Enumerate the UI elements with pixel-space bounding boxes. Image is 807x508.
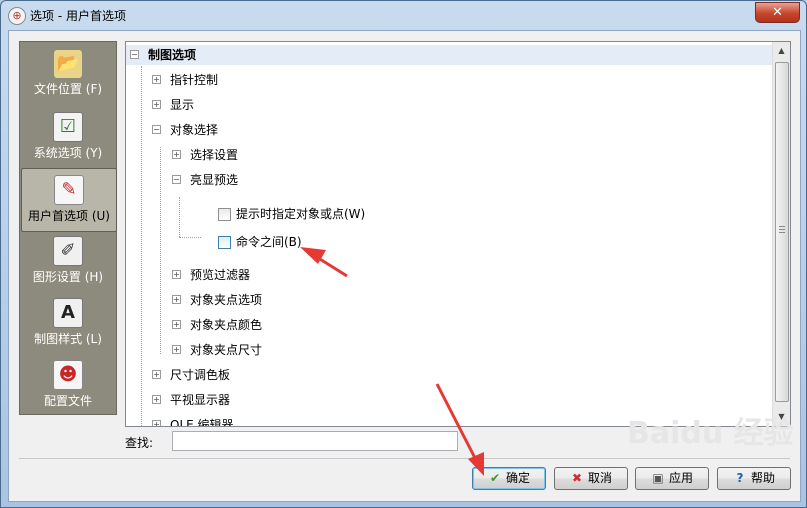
ok-label: 确定: [505, 471, 530, 485]
checklist-icon: ☑: [53, 112, 83, 142]
tree-label: 平视显示器: [170, 393, 231, 407]
check-icon: ✔: [489, 471, 501, 485]
user-pencil-icon: ✎: [54, 175, 84, 205]
expand-icon[interactable]: +: [172, 295, 181, 304]
tree-guide: [141, 66, 142, 426]
tree-label: 命令之间(B): [236, 235, 302, 249]
tree-label: 预览过滤器: [190, 268, 251, 282]
expand-icon[interactable]: +: [152, 370, 161, 379]
tree-label: 对象夹点选项: [190, 293, 263, 307]
category-bar: 📂 文件位置 (F) ☑ 系统选项 (Y) ✎ 用户首选项 (U) ✐ 图形设置…: [19, 41, 117, 415]
tree-label: 尺寸调色板: [170, 368, 231, 382]
category-profiles[interactable]: ☻ 配置文件: [20, 354, 116, 416]
category-graphics-settings[interactable]: ✐ 图形设置 (H): [20, 230, 116, 292]
help-icon: ?: [736, 471, 744, 485]
tree-label: 对象夹点尺寸: [190, 343, 263, 357]
expand-icon[interactable]: +: [172, 150, 181, 159]
tree-header-drafting-options[interactable]: − 制图选项: [126, 45, 772, 65]
expand-icon[interactable]: +: [152, 75, 161, 84]
category-system-options[interactable]: ☑ 系统选项 (Y): [20, 106, 116, 168]
folder-arrow-icon: 📂: [54, 50, 82, 78]
expand-icon[interactable]: +: [172, 320, 181, 329]
apply-label: 应用: [668, 471, 693, 485]
checkbox[interactable]: [218, 236, 231, 249]
ok-button[interactable]: ✔ 确定: [472, 467, 546, 490]
tree-guide: [160, 147, 161, 354]
watermark: Baidu 经验: [627, 416, 794, 451]
grip-line: [779, 229, 785, 230]
category-label: 制图样式 (L): [34, 332, 102, 346]
tree-label: 对象夹点颜色: [190, 318, 263, 332]
expand-icon[interactable]: +: [172, 345, 181, 354]
category-label: 文件位置 (F): [33, 82, 103, 96]
category-label: 图形设置 (H): [32, 270, 104, 284]
expand-icon[interactable]: +: [152, 420, 161, 426]
tree-label: OLE 编辑器: [170, 418, 234, 427]
apply-button[interactable]: ▣ 应用: [635, 467, 709, 490]
apply-icon: ▣: [652, 471, 664, 485]
tree-label: 对象选择: [170, 123, 219, 137]
tree-label: 选择设置: [190, 148, 239, 162]
search-input[interactable]: [172, 431, 458, 451]
profile-icon: ☻: [53, 360, 83, 390]
collapse-icon[interactable]: −: [172, 175, 181, 184]
tree-label: 制图选项: [148, 48, 197, 62]
collapse-icon[interactable]: −: [130, 50, 139, 59]
close-button[interactable]: ✕: [755, 2, 800, 23]
cancel-label: 取消: [587, 471, 612, 485]
graphics-settings-icon: ✐: [53, 236, 83, 266]
window-title: 选项 - 用户首选项: [30, 9, 126, 23]
checkbox[interactable]: [218, 208, 231, 221]
expand-icon[interactable]: +: [172, 270, 181, 279]
help-label: 帮助: [750, 471, 775, 485]
search-label: 查找:: [125, 436, 154, 450]
drafting-style-icon: A: [53, 298, 83, 328]
divider: [19, 458, 790, 459]
category-user-preferences[interactable]: ✎ 用户首选项 (U): [21, 168, 117, 232]
cross-icon: ✖: [571, 471, 583, 485]
tree-guide: [179, 197, 180, 237]
tree-label: 显示: [170, 98, 195, 112]
tree-label: 指针控制: [170, 73, 219, 87]
tree-scrollbar[interactable]: ▲ ▼: [772, 42, 790, 426]
tree-label: 提示时指定对象或点(W): [236, 207, 366, 221]
category-label: 用户首选项 (U): [28, 209, 110, 223]
grip-line: [779, 232, 785, 233]
tree-label: 亮显预选: [190, 173, 239, 187]
cancel-button[interactable]: ✖ 取消: [554, 467, 628, 490]
collapse-icon[interactable]: −: [152, 125, 161, 134]
grip-line: [779, 226, 785, 227]
category-label: 系统选项 (Y): [33, 146, 103, 160]
preferences-tree: − 制图选项 + 指针控制 + 显示 − 对象选择 + 选择设置 − 亮显预选: [125, 41, 791, 427]
title-bar[interactable]: ⊕ 选项 - 用户首选项 ✕: [1, 1, 806, 29]
help-button[interactable]: ? 帮助: [717, 467, 791, 490]
expand-icon[interactable]: +: [152, 395, 161, 404]
category-label: 配置文件: [43, 394, 92, 408]
tree-guide: [179, 237, 201, 238]
scroll-thumb[interactable]: [775, 62, 789, 402]
category-drafting-styles[interactable]: A 制图样式 (L): [20, 292, 116, 354]
category-file-locations[interactable]: 📂 文件位置 (F): [20, 44, 116, 106]
scroll-up-icon[interactable]: ▲: [773, 42, 790, 59]
app-icon: ⊕: [8, 7, 26, 25]
expand-icon[interactable]: +: [152, 100, 161, 109]
